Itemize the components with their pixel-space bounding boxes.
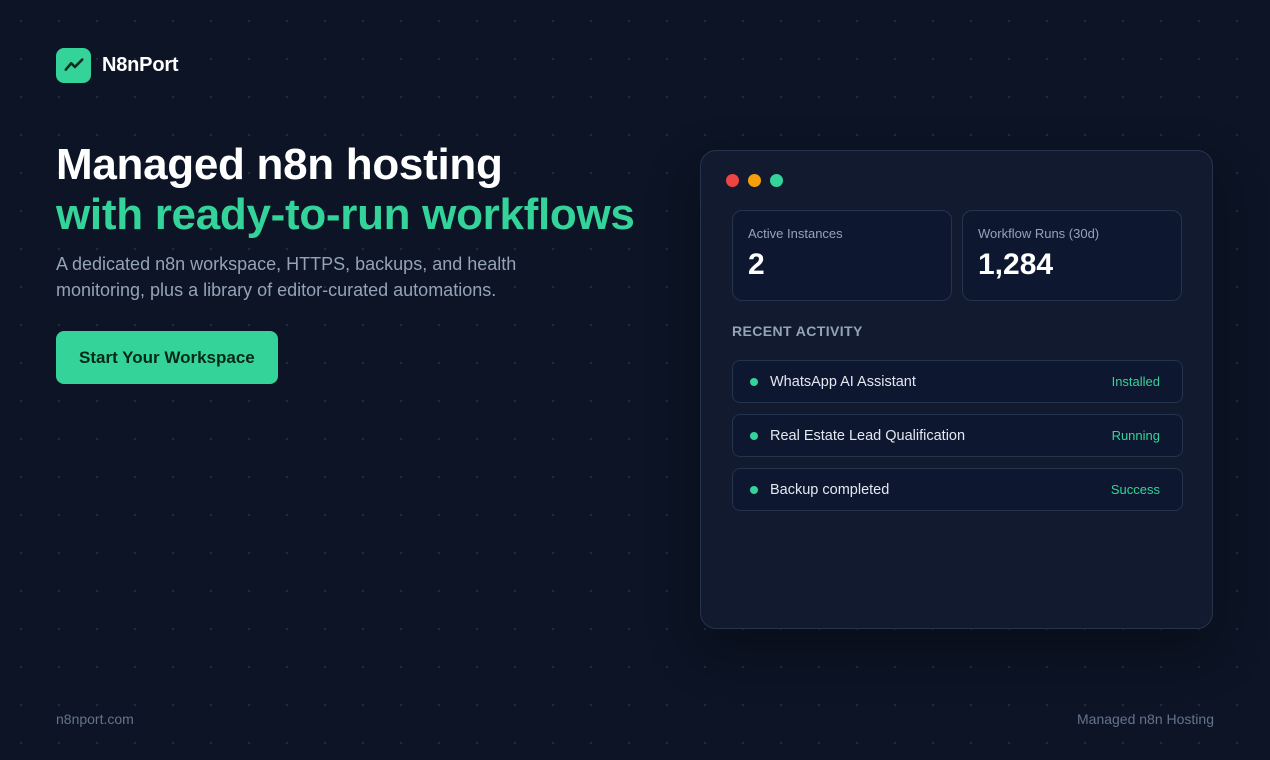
status-dot-icon [750, 377, 758, 386]
activity-name: Backup completed [770, 481, 890, 498]
activity-status: Success [1110, 482, 1160, 497]
activity-name: Real Estate Lead Qualification [770, 427, 966, 444]
activity-item[interactable]: Backup completed Success [732, 468, 1183, 511]
status-dot-icon [750, 431, 758, 440]
stat-label: Workflow Runs (30d) [978, 226, 1100, 241]
start-workspace-button[interactable]: Start Your Workspace [56, 331, 278, 384]
stat-active-instances: Active Instances 2 [732, 210, 952, 301]
hero-subtitle: A dedicated n8n workspace, HTTPS, backup… [56, 254, 517, 300]
hero-title-line-2: with ready-to-run workflows [56, 190, 635, 239]
trend-line-icon [56, 48, 91, 83]
status-dot-icon [750, 485, 758, 494]
hero-title-line-1: Managed n8n hosting [56, 140, 503, 189]
brand[interactable]: N8nPort [56, 48, 179, 83]
window-maximize-dot [770, 174, 783, 187]
activity-status: Installed [1111, 374, 1160, 389]
window-minimize-dot [748, 174, 761, 187]
window-close-dot [726, 174, 739, 187]
activity-list: WhatsApp AI Assistant Installed Real Est… [732, 360, 1183, 522]
window-controls [726, 174, 783, 187]
activity-item[interactable]: Real Estate Lead Qualification Running [732, 414, 1183, 457]
stat-value: 1,284 [978, 248, 1054, 281]
stat-label: Active Instances [748, 226, 843, 241]
dashboard-preview-card: Active Instances 2 Workflow Runs (30d) 1… [700, 150, 1213, 629]
activity-item[interactable]: WhatsApp AI Assistant Installed [732, 360, 1183, 403]
stat-workflow-runs: Workflow Runs (30d) 1,284 [962, 210, 1182, 301]
recent-activity-heading: RECENT ACTIVITY [732, 323, 863, 339]
stats-row: Active Instances 2 Workflow Runs (30d) 1… [732, 210, 1182, 301]
hero: Managed n8n hosting with ready-to-run wo… [56, 140, 676, 384]
footer-tagline: Managed n8n Hosting [1077, 711, 1214, 727]
activity-status: Running [1111, 428, 1160, 443]
brand-name: N8nPort [102, 54, 179, 76]
stat-value: 2 [748, 248, 765, 281]
hero-title: Managed n8n hosting with ready-to-run wo… [56, 140, 676, 240]
footer-domain-link[interactable]: n8nport.com [56, 711, 134, 727]
activity-name: WhatsApp AI Assistant [770, 373, 916, 390]
